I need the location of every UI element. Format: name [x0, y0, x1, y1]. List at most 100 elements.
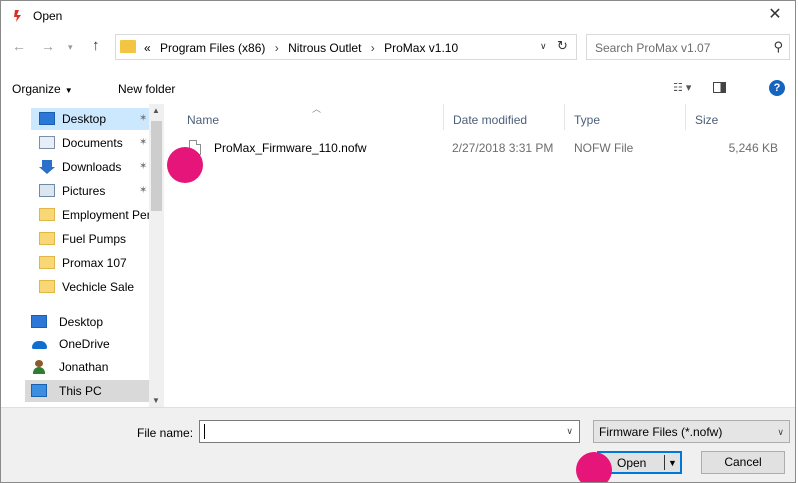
recent-locations-chevron-icon[interactable]: ▾	[68, 42, 73, 53]
column-header-date[interactable]: Date modified	[453, 113, 527, 127]
column-header-type[interactable]: Type	[574, 113, 600, 127]
open-file-dialog: Open ✕ ← → ▾ ↑ « Program Files (x86) › N…	[0, 0, 796, 483]
chevron-down-icon[interactable]: ∨	[566, 426, 573, 437]
column-header-row: ︿ Name Date modified Type Size	[165, 104, 795, 132]
onedrive-icon	[31, 337, 47, 350]
nav-item-label: Desktop	[62, 112, 107, 126]
nav-item-downloads[interactable]: Downloads	[31, 156, 149, 178]
nav-item-desktop[interactable]: Desktop	[31, 108, 149, 130]
search-input[interactable]	[595, 39, 755, 56]
breadcrumb-separator-icon[interactable]: ›	[371, 41, 375, 55]
nav-item-promax-107[interactable]: Promax 107	[31, 252, 149, 274]
file-size: 5,246 KB	[728, 141, 778, 155]
search-box: ⚲	[586, 34, 790, 60]
nav-item-vechicle-sale[interactable]: Vechicle Sale	[31, 276, 149, 298]
nav-item-label: Desktop	[59, 315, 104, 329]
address-dropdown-chevron-icon[interactable]: ∨	[540, 41, 547, 52]
forward-arrow-icon[interactable]: →	[41, 38, 55, 54]
nav-item-employment[interactable]: Employment Per	[31, 204, 149, 226]
file-row[interactable]: ProMax_Firmware_110.nofw 2/27/2018 3:31 …	[165, 137, 795, 159]
pin-icon[interactable]: ✶	[139, 137, 147, 148]
nav-scrollbar[interactable]: ▲ ▼	[149, 104, 164, 407]
folder-icon	[39, 280, 55, 293]
chevron-down-icon: ∨	[777, 427, 784, 437]
nav-item-onedrive[interactable]: OneDrive	[25, 333, 149, 355]
pin-icon[interactable]: ✶	[139, 185, 147, 196]
view-options-icon[interactable]: ☷ ▾	[673, 81, 691, 94]
desktop-icon	[39, 112, 55, 125]
nav-item-pictures[interactable]: Pictures	[31, 180, 149, 202]
breadcrumb-overflow[interactable]: «	[144, 41, 151, 55]
nav-item-desktop-root[interactable]: Desktop	[25, 311, 149, 333]
preview-pane-icon[interactable]	[713, 82, 726, 93]
help-button[interactable]: ?	[769, 80, 785, 96]
folder-icon	[120, 40, 136, 53]
user-icon	[31, 360, 47, 374]
close-button[interactable]: ✕	[755, 1, 795, 31]
breadcrumb: « Program Files (x86) › Nitrous Outlet ›…	[144, 41, 458, 55]
up-arrow-icon[interactable]: ↑	[92, 37, 100, 54]
scroll-up-icon[interactable]: ▲	[152, 106, 160, 115]
nav-item-label: Jonathan	[59, 360, 109, 374]
nav-item-label: Pictures	[62, 184, 106, 198]
filename-input[interactable]	[203, 423, 553, 440]
cancel-button[interactable]: Cancel	[701, 451, 785, 474]
pictures-icon	[39, 184, 55, 197]
nav-item-label: Vechicle Sale	[62, 280, 135, 294]
organize-label: Organize	[12, 82, 61, 96]
title-bar: Open ✕	[1, 1, 795, 31]
filter-value: Firmware Files (*.nofw)	[599, 425, 723, 439]
desktop-icon	[31, 315, 47, 328]
new-folder-button[interactable]: New folder	[118, 82, 175, 96]
nav-item-label: Promax 107	[62, 256, 127, 270]
file-name: ProMax_Firmware_110.nofw	[214, 141, 367, 155]
navigation-pane: Desktop ✶ Documents ✶ Downloads ✶ Pictur…	[1, 104, 164, 407]
scroll-down-icon[interactable]: ▼	[152, 396, 160, 405]
nav-item-this-pc[interactable]: This PC	[25, 380, 149, 402]
column-divider[interactable]	[564, 104, 565, 130]
downloads-icon	[39, 160, 55, 174]
address-bar[interactable]: « Program Files (x86) › Nitrous Outlet ›…	[115, 34, 577, 60]
highlight-marker-open	[576, 452, 612, 482]
file-type-filter[interactable]: Firmware Files (*.nofw) ∨	[593, 420, 790, 443]
nav-item-jonathan[interactable]: Jonathan	[25, 356, 149, 378]
nav-item-label: This PC	[59, 384, 102, 398]
back-arrow-icon[interactable]: ←	[12, 38, 26, 54]
breadcrumb-promax[interactable]: ProMax v1.10	[384, 41, 458, 55]
address-row: ← → ▾ ↑ « Program Files (x86) › Nitrous …	[1, 34, 795, 62]
split-divider	[664, 455, 665, 470]
nav-item-label: Fuel Pumps	[62, 232, 127, 246]
breadcrumb-program-files[interactable]: Program Files (x86)	[160, 41, 265, 55]
column-header-size[interactable]: Size	[695, 113, 718, 127]
file-type: NOFW File	[574, 141, 634, 155]
filename-label: File name:	[137, 426, 194, 440]
this-pc-icon	[31, 384, 47, 397]
organize-button[interactable]: Organize ▼	[12, 82, 73, 96]
app-icon	[14, 10, 21, 22]
pin-icon[interactable]: ✶	[139, 161, 147, 172]
column-header-name[interactable]: Name	[187, 113, 219, 127]
breadcrumb-nitrous-outlet[interactable]: Nitrous Outlet	[288, 41, 361, 55]
column-divider[interactable]	[443, 104, 444, 130]
column-divider[interactable]	[685, 104, 686, 130]
scrollbar-thumb[interactable]	[151, 121, 162, 211]
sort-ascending-icon: ︿	[312, 104, 322, 114]
pin-icon[interactable]: ✶	[139, 113, 147, 124]
refresh-icon[interactable]: ↻	[557, 38, 568, 54]
open-dropdown-arrow-icon[interactable]: ▼	[668, 458, 677, 468]
open-button-label: Open	[617, 456, 647, 470]
file-date-modified: 2/27/2018 3:31 PM	[452, 141, 554, 155]
folder-icon	[39, 232, 55, 245]
search-icon[interactable]: ⚲	[773, 39, 783, 55]
command-bar: Organize ▼ New folder ☷ ▾ ?	[1, 77, 795, 101]
file-list: ︿ Name Date modified Type Size ProMax_Fi…	[165, 104, 795, 407]
folder-icon	[39, 256, 55, 269]
filename-combobox: ∨	[199, 420, 580, 443]
highlight-marker-file	[167, 147, 203, 183]
nav-item-label: Downloads	[62, 160, 122, 174]
nav-item-label: Employment Per	[62, 208, 149, 222]
nav-item-fuel-pumps[interactable]: Fuel Pumps	[31, 228, 149, 250]
folder-icon	[39, 208, 55, 221]
breadcrumb-separator-icon[interactable]: ›	[275, 41, 279, 55]
nav-item-documents[interactable]: Documents	[31, 132, 149, 154]
